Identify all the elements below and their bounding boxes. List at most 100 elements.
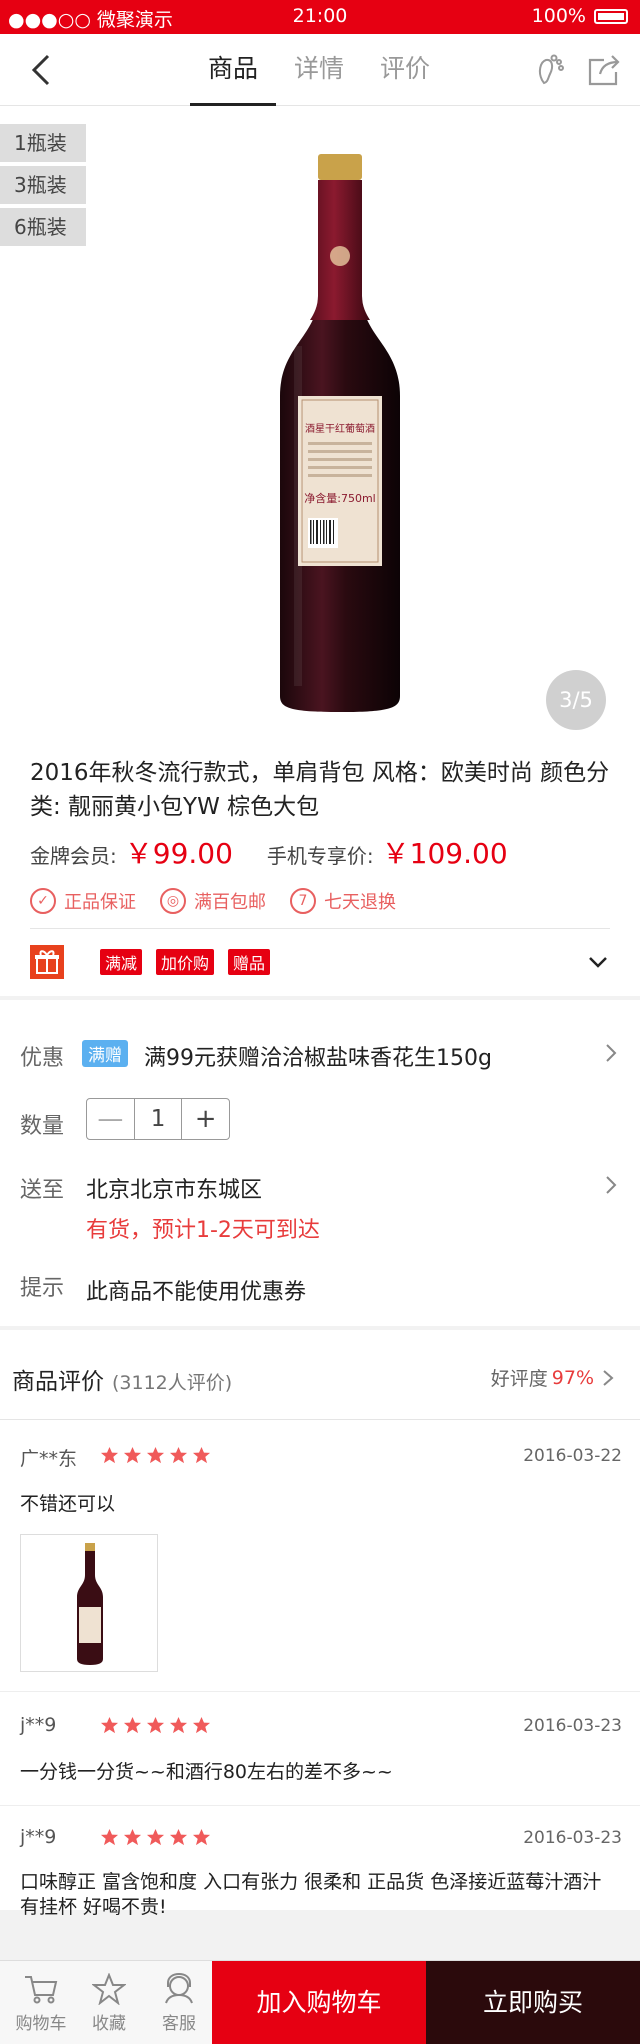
bottle-label-name: 酒星干红葡萄酒 [305,422,375,435]
coupon-badge: 满赠 [82,1040,128,1067]
positive-rate-value: 97% [551,1366,594,1389]
star-icon [100,1446,119,1464]
tab-bar: 商品 详情 评价 [190,34,448,106]
review-photo[interactable] [20,1534,158,1672]
shopping-cart-icon [25,1976,58,2004]
review-item: j**9 2016-03-23 口味醇正 富含饱和度 入口有张力 很柔和 正品货… [0,1806,640,1918]
member-price-label: 金牌会员: [30,844,117,868]
quantity-stepper: — 1 + [86,1098,230,1140]
footprint-icon[interactable] [528,50,568,90]
buy-now-button[interactable]: 立即购买 [426,1961,640,2044]
star-icon [192,1446,211,1464]
star-icon [123,1446,142,1464]
guarantee-authentic: ✓ 正品保证 [30,888,136,914]
service-tab-label: 客服 [162,2014,196,2034]
stock-status: 有货，预计1-2天可到达 [86,1218,320,1243]
star-icon [169,1828,188,1846]
star-icon [123,1716,142,1734]
review-text: 口味醇正 富含饱和度 入口有张力 很柔和 正品货 色泽接近蓝莓汁酒汁有挂杯 好喝… [20,1871,602,1918]
chevron-right-icon[interactable] [600,1042,622,1064]
review-user: j**9 [20,1826,57,1848]
reviews-section: 商品评价 (3112人评价) 好评度 97% 广**东 2016-03-22 不错… [0,1330,640,1918]
guarantee-row: ✓ 正品保证 ◎ 满百包邮 7 七天退换 [30,888,396,914]
status-bar: ●●●○○ 微聚演示 21:00 100% [0,0,640,34]
coupon-text[interactable]: 满99元获赠洽洽椒盐味香花生150g [144,1040,492,1072]
delivery-icon: ◎ [160,888,186,914]
promo-tag-addon: 加价购 [156,949,215,975]
tip-label: 提示 [20,1276,65,1301]
pack-option-3[interactable]: 3瓶装 [0,166,86,204]
tab-details[interactable]: 详情 [276,34,362,106]
battery-group: 100% [532,5,628,27]
quantity-minus-button[interactable]: — [87,1099,134,1139]
star-icon [123,1828,142,1846]
reviews-header[interactable]: 商品评价 (3112人评价) 好评度 97% [0,1330,640,1420]
guarantee-authentic-label: 正品保证 [64,892,136,913]
quantity-value[interactable]: 1 [133,1099,183,1139]
review-item: 广**东 2016-03-22 不错还可以 [0,1420,640,1692]
member-price: ￥99.00 [124,837,233,870]
share-icon[interactable] [584,50,624,90]
product-info: 2016年秋冬流行款式，单肩背包 风格：欧美时尚 颜色分类: 靓丽黄小包YW 棕… [0,746,640,996]
review-date: 2016-03-22 [523,1446,622,1466]
service-tab[interactable]: 客服 [144,1961,214,2044]
reviews-count: (3112人评价) [112,1372,233,1394]
add-to-cart-button[interactable]: 加入购物车 [212,1961,426,2044]
reviews-title-group: 商品评价 (3112人评价) [12,1362,232,1396]
chevron-down-icon[interactable] [586,950,610,974]
guarantee-free-shipping: ◎ 满百包邮 [160,888,266,914]
ship-address[interactable]: 北京北京市东城区 [86,1172,262,1204]
review-user: 广**东 [20,1448,78,1470]
star-icon [146,1446,165,1464]
tip-text: 此商品不能使用优惠券 [86,1280,307,1305]
rating-stars [100,1828,211,1847]
star-icon [100,1828,119,1846]
rating-stars [100,1716,211,1735]
reviews-title: 商品评价 [12,1369,104,1395]
chevron-right-icon[interactable] [600,1174,622,1196]
quantity-plus-button[interactable]: + [182,1099,229,1139]
guarantee-shipping-label: 满百包邮 [194,892,266,913]
mobile-price: ￥109.00 [381,837,508,870]
positive-rate[interactable]: 好评度 97% [491,1364,618,1391]
product-gallery[interactable]: 1瓶装 3瓶装 6瓶装 酒星干红葡萄酒 净含量:750ml 3/5 [0,106,640,746]
guarantee-returns-label: 七天退换 [324,892,396,913]
star-icon [92,1973,126,2005]
promo-row[interactable]: 满减 加价购 赠品 [30,942,610,982]
tab-reviews[interactable]: 评价 [362,34,448,106]
star-icon [169,1446,188,1464]
bottle-label-volume: 净含量:750ml [304,491,375,505]
back-arrow-icon[interactable] [24,52,60,88]
gallery-page-indicator: 3/5 [546,670,606,730]
purchase-options: 优惠 满赠 满99元获赠洽洽椒盐味香花生150g 数量 — 1 + 送至 北京北… [0,1000,640,1326]
review-date: 2016-03-23 [523,1828,622,1848]
tab-product[interactable]: 商品 [190,34,276,106]
review-item: j**9 2016-03-23 一分钱一分货~~和酒行80左右的差不多~~ [0,1692,640,1806]
chevron-right-icon [603,1369,614,1386]
bottom-action-bar: 购物车 收藏 客服 加入购物车 立即购买 [0,1960,640,2044]
battery-icon [594,8,628,24]
positive-rate-label: 好评度 [490,1368,548,1390]
review-text: 一分钱一分货~~和酒行80左右的差不多~~ [20,1761,393,1783]
star-icon [192,1716,211,1734]
guarantee-returns: 7 七天退换 [290,888,396,914]
quantity-label: 数量 [20,1114,65,1139]
price-row: 金牌会员: ￥99.00 手机专享价: ￥109.00 [30,832,508,872]
coupon-label: 优惠 [20,1046,65,1071]
pack-option-6[interactable]: 6瓶装 [0,208,86,246]
cart-tab[interactable]: 购物车 [6,1961,76,2044]
divider [30,928,610,929]
star-icon [146,1828,165,1846]
star-icon [100,1716,119,1734]
pack-option-1[interactable]: 1瓶装 [0,124,86,162]
battery-percent: 100% [531,5,586,27]
favorite-tab[interactable]: 收藏 [74,1961,144,2044]
shield-icon: ✓ [30,888,56,914]
gift-icon [30,945,64,979]
star-icon [192,1828,211,1846]
cart-tab-label: 购物车 [15,2014,67,2034]
favorite-tab-label: 收藏 [92,2014,126,2034]
nav-bar: 商品 详情 评价 [0,34,640,106]
product-title: 2016年秋冬流行款式，单肩背包 风格：欧美时尚 颜色分类: 靓丽黄小包YW 棕… [30,760,610,820]
wine-bottle-thumbnail [77,1543,103,1665]
